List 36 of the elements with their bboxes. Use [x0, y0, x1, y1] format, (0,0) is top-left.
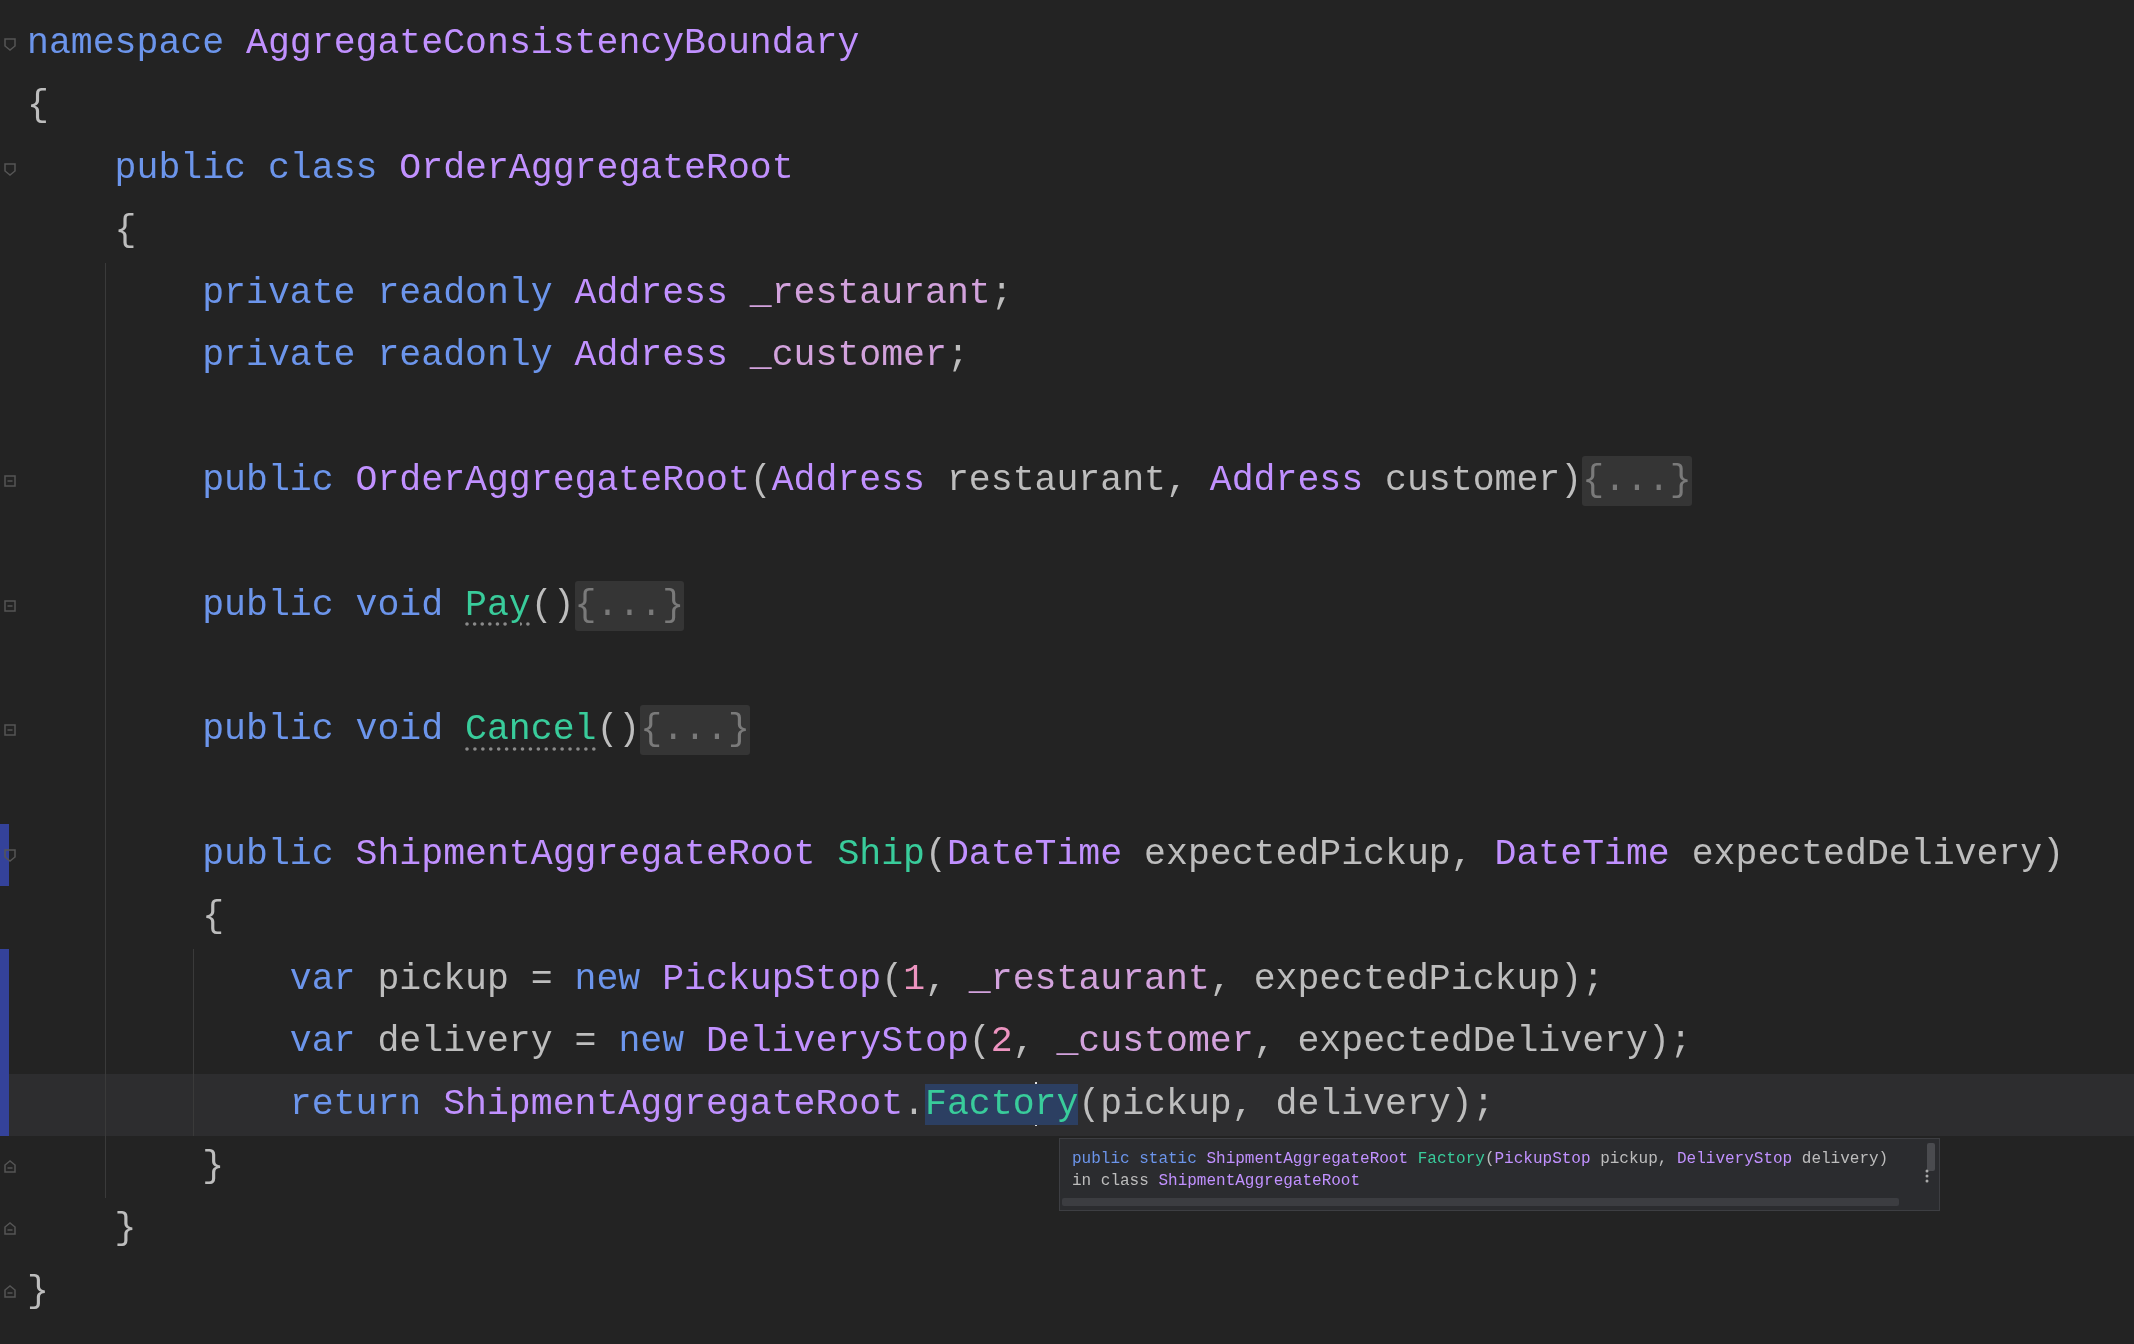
fold-icon[interactable]	[3, 161, 17, 176]
more-icon[interactable]	[1925, 1169, 1929, 1184]
code-line: }	[27, 1269, 49, 1314]
fold-icon[interactable]	[3, 1222, 17, 1237]
vertical-scrollbar[interactable]	[1927, 1143, 1935, 1172]
folded-code-button[interactable]: {...}	[640, 705, 750, 756]
code-line: var delivery = new DeliveryStop(2, _customer, expectedDelivery);	[289, 1020, 1692, 1065]
code-line: private readonly Address _restaurant;	[202, 271, 1013, 316]
expand-fold-icon[interactable]	[3, 598, 17, 613]
code-line: namespace AggregateConsistencyBoundary	[27, 22, 860, 66]
code-line: public ShipmentAggregateRoot Ship(DateTime expectedPickup, DateTime expectedDelivery)	[202, 833, 2065, 878]
fold-icon[interactable]	[3, 1160, 17, 1175]
fold-icon[interactable]	[3, 1284, 17, 1299]
folded-code-button[interactable]: {...}	[1582, 455, 1692, 506]
code-line: public class OrderAggregateRoot	[114, 146, 794, 191]
expand-fold-icon[interactable]	[3, 723, 17, 738]
code-line: public void Cancel()	[202, 708, 641, 753]
code-line: {	[27, 84, 49, 129]
code-line: public OrderAggregateRoot(Address restaurant, Address customer)	[202, 458, 1583, 503]
folded-code-button[interactable]: {...}	[574, 580, 685, 631]
expand-fold-icon[interactable]	[3, 473, 17, 488]
code-line: }	[202, 1145, 225, 1190]
code-line: var pickup = new PickupStop(1, _restaurant, expectedPickup);	[289, 957, 1605, 1002]
change-marker[interactable]	[0, 1073, 9, 1137]
fold-icon[interactable]	[3, 848, 17, 863]
code-line: return ShipmentAggregateRoot.Factory(pickup, delivery);	[289, 1081, 1495, 1128]
fold-icon[interactable]	[3, 37, 17, 51]
code-line: private readonly Address _customer;	[202, 333, 969, 378]
change-marker[interactable]	[0, 824, 9, 887]
tooltip-text: in class ShipmentAggregateRoot	[1072, 1171, 1361, 1193]
code-line: }	[114, 1207, 137, 1252]
tooltip-text: public static ShipmentAggregateRoot Factory(PickupStop pickup, DeliveryStop delivery)	[1072, 1149, 1889, 1171]
change-marker[interactable]	[0, 948, 9, 1012]
code-line: public void Pay()	[202, 583, 575, 628]
code-line: {	[202, 895, 225, 940]
code-line: {	[114, 209, 137, 254]
